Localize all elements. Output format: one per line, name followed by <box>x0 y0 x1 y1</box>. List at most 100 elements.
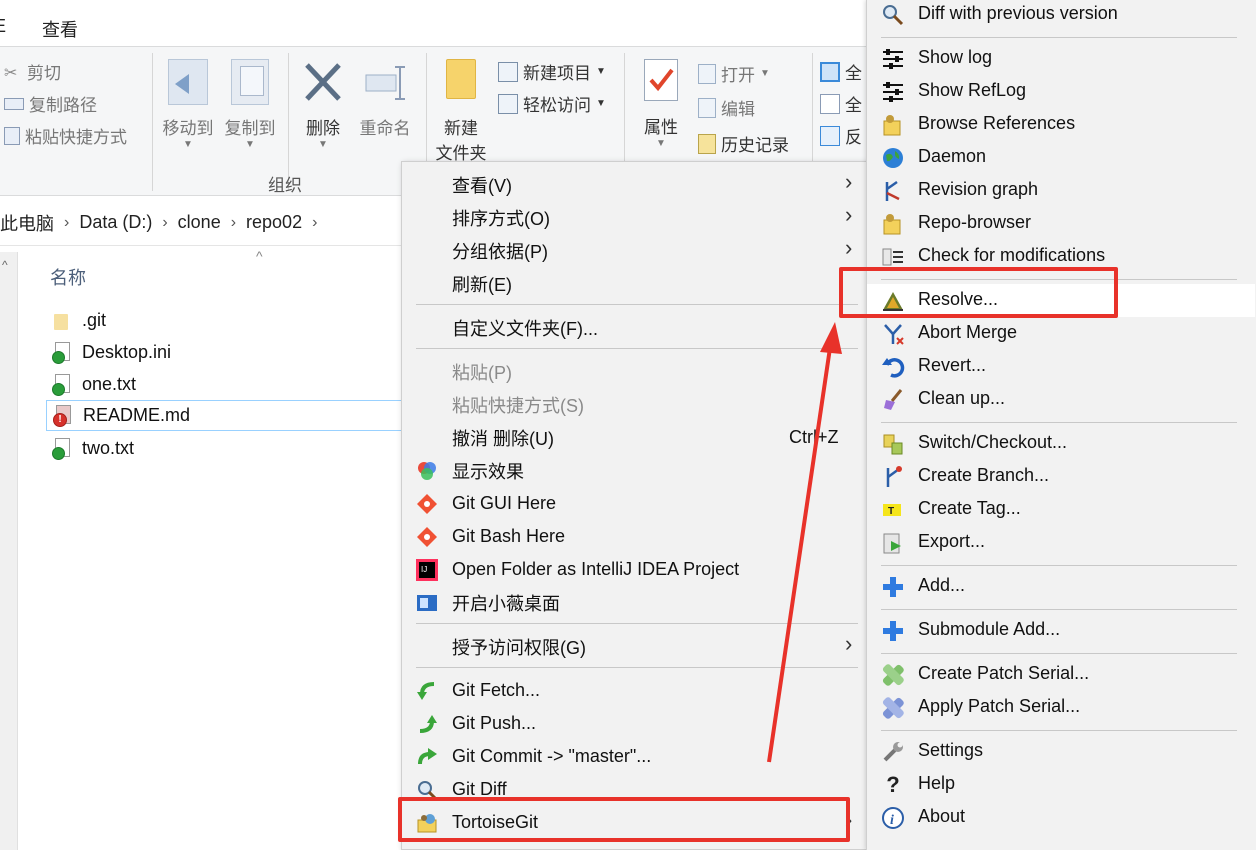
copy-path-button[interactable]: 复制路径 <box>4 91 97 116</box>
move-to-button[interactable]: 移动到 ▼ <box>158 59 218 150</box>
invert-selection-icon <box>820 125 840 146</box>
breadcrumb-drive[interactable]: Data (D:) <box>79 212 152 233</box>
tab-share-partial[interactable]: E <box>0 16 6 37</box>
file-row-one-txt[interactable]: one.txt <box>46 369 406 400</box>
cleanup-broom-icon <box>881 388 905 412</box>
submenu-item-revision-graph[interactable]: Revision graph <box>867 174 1255 207</box>
menu-item-label: Git Commit -> "master"... <box>452 746 652 766</box>
submenu-item-create-tag[interactable]: T Create Tag... <box>867 493 1255 526</box>
submenu-item-daemon[interactable]: Daemon <box>867 141 1255 174</box>
chevron-right-icon[interactable]: › <box>231 214 236 232</box>
open-icon <box>698 63 716 84</box>
submenu-item-label: Create Branch... <box>918 465 1050 485</box>
submenu-item-label: Browse References <box>918 113 1076 133</box>
open-button[interactable]: 打开 ▼ <box>698 61 770 86</box>
rename-button[interactable]: 重命名 <box>354 59 416 139</box>
menu-item-open-intellij[interactable]: IJ Open Folder as IntelliJ IDEA Project <box>402 553 868 586</box>
submenu-item-show-reflog[interactable]: Show RefLog <box>867 75 1255 108</box>
submenu-item-help[interactable]: ? Help <box>867 768 1255 801</box>
menu-item-refresh[interactable]: 刷新(E) <box>402 267 868 300</box>
menu-item-label: Git Fetch... <box>452 680 541 700</box>
menu-item-sort-by[interactable]: 排序方式(O) › <box>402 201 868 234</box>
properties-button[interactable]: 属性 ▼ <box>634 59 688 149</box>
menu-item-display-effects[interactable]: 显示效果 <box>402 454 868 487</box>
submenu-item-revert[interactable]: Revert... <box>867 350 1255 383</box>
submenu-item-label: Revert... <box>918 355 987 375</box>
file-row-readme-md[interactable]: ! README.md <box>46 400 406 431</box>
chevron-right-icon[interactable]: › <box>312 214 317 232</box>
menu-item-git-bash-here[interactable]: Git Bash Here <box>402 520 868 553</box>
submenu-item-label: Help <box>918 773 956 793</box>
submenu-item-label: Daemon <box>918 146 987 166</box>
help-question-icon: ? <box>886 772 900 797</box>
submenu-item-clean-up[interactable]: Clean up... <box>867 383 1255 416</box>
submenu-item-label: Check for modifications <box>918 245 1106 265</box>
folder-icon <box>446 59 476 99</box>
submenu-item-show-log[interactable]: Show log <box>867 42 1255 75</box>
switch-icon <box>881 432 905 456</box>
easy-access-icon <box>498 93 518 114</box>
submenu-item-about[interactable]: i About <box>867 801 1255 834</box>
paste-shortcut-button[interactable]: 粘贴快捷方式 <box>4 123 127 148</box>
chevron-right-icon: › <box>845 202 853 227</box>
menu-item-label: 撤消 删除(U) <box>452 428 554 449</box>
submenu-item-create-branch[interactable]: Create Branch... <box>867 460 1255 493</box>
breadcrumb-clone[interactable]: clone <box>178 212 221 233</box>
menu-item-shortcut: Ctrl+Z <box>789 427 839 447</box>
menu-item-xiaowei-desktop[interactable]: 开启小薇桌面 <box>402 586 868 619</box>
menu-item-undo-delete[interactable]: 撤消 删除(U) Ctrl+Z <box>402 421 868 454</box>
submenu-item-add[interactable]: Add... <box>867 570 1255 603</box>
submenu-item-repo-browser[interactable]: Repo-browser <box>867 207 1255 240</box>
menu-item-label: 排序方式(O) <box>452 208 550 229</box>
tab-view[interactable]: 查看 <box>42 16 78 42</box>
submenu-item-browse-references[interactable]: Browse References <box>867 108 1255 141</box>
menu-item-label: Git GUI Here <box>452 493 557 513</box>
copy-to-button[interactable]: 复制到 ▼ <box>220 59 280 150</box>
menu-item-git-gui-here[interactable]: Git GUI Here <box>402 487 868 520</box>
new-item-button[interactable]: 新建项目 ▼ <box>498 59 606 84</box>
breadcrumb-this-pc[interactable]: 此电脑 <box>0 210 54 236</box>
menu-item-view[interactable]: 查看(V) › <box>402 168 868 201</box>
svg-text:IJ: IJ <box>421 565 427 574</box>
delete-button[interactable]: 删除 ▼ <box>296 59 350 150</box>
new-folder-button[interactable]: 新建 文件夹 <box>430 59 492 164</box>
cut-button[interactable]: ✂ 剪切 <box>4 59 61 84</box>
menu-item-git-commit[interactable]: Git Commit -> "master"... <box>402 740 868 773</box>
submenu-item-switch-checkout[interactable]: Switch/Checkout... <box>867 427 1255 460</box>
select-none-button[interactable]: 全 <box>820 91 862 116</box>
menu-item-git-push[interactable]: Git Push... <box>402 707 868 740</box>
easy-access-dropdown-icon: ▼ <box>596 98 606 109</box>
open-label: 打开 <box>721 66 755 85</box>
submenu-item-diff-previous[interactable]: Diff with previous version <box>867 0 1255 31</box>
column-header-name[interactable]: 名称 <box>50 264 86 290</box>
menu-item-customize-folder[interactable]: 自定义文件夹(F)... <box>402 311 868 344</box>
select-all-button[interactable]: 全 <box>820 59 862 84</box>
submenu-item-abort-merge[interactable]: Abort Merge <box>867 317 1255 350</box>
chevron-right-icon[interactable]: › <box>64 214 69 232</box>
file-row-git[interactable]: .git <box>46 305 406 336</box>
scroll-up-icon[interactable]: ^ <box>2 258 8 272</box>
history-button[interactable]: 历史记录 <box>698 131 789 156</box>
menu-item-label: Git Push... <box>452 713 537 733</box>
submenu-item-submodule-add[interactable]: Submodule Add... <box>867 614 1255 647</box>
breadcrumb-repo02[interactable]: repo02 <box>246 212 302 233</box>
file-row-two-txt[interactable]: two.txt <box>46 433 406 464</box>
references-icon <box>881 113 905 137</box>
chevron-right-icon: › <box>845 631 853 656</box>
submenu-item-settings[interactable]: Settings <box>867 735 1255 768</box>
invert-selection-button[interactable]: 反 <box>820 123 862 148</box>
chevron-right-icon[interactable]: › <box>162 214 167 232</box>
easy-access-button[interactable]: 轻松访问 ▼ <box>498 91 606 116</box>
edit-button[interactable]: 编辑 <box>698 95 755 120</box>
menu-item-label: 开启小薇桌面 <box>452 593 560 614</box>
file-conflict-icon: ! <box>53 404 73 427</box>
menu-item-group-by[interactable]: 分组依据(P) › <box>402 234 868 267</box>
submenu-item-apply-patch-serial[interactable]: Apply Patch Serial... <box>867 691 1255 724</box>
file-row-desktop-ini[interactable]: Desktop.ini <box>46 337 406 368</box>
menu-separator <box>881 730 1237 731</box>
navigation-pane-edge[interactable]: ^ <box>0 252 18 850</box>
submenu-item-create-patch-serial[interactable]: Create Patch Serial... <box>867 658 1255 691</box>
menu-item-git-fetch[interactable]: Git Fetch... <box>402 674 868 707</box>
submenu-item-export[interactable]: Export... <box>867 526 1255 559</box>
menu-item-grant-access[interactable]: 授予访问权限(G) › <box>402 630 868 663</box>
